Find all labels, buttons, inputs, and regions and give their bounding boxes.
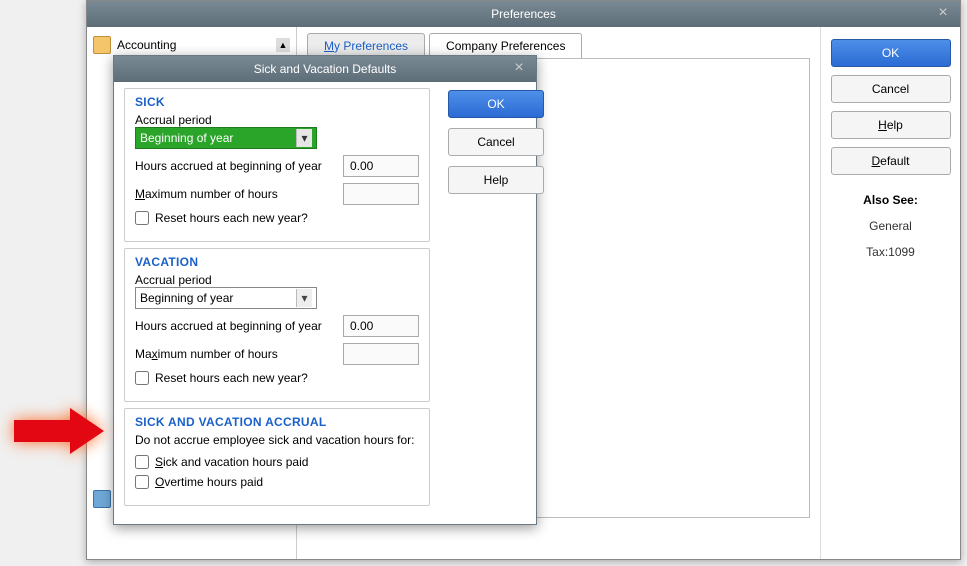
category-accounting[interactable]: Accounting ▲ (89, 33, 294, 57)
preferences-right-buttons: OK Cancel Help Default Also See: General… (820, 27, 960, 559)
default-button[interactable]: Default (831, 147, 951, 175)
sv-right-buttons: OK Cancel Help (440, 82, 550, 524)
red-arrow-annotation (14, 408, 114, 454)
vacation-reset-hours-checkbox[interactable] (135, 371, 149, 385)
help-button[interactable]: Help (831, 111, 951, 139)
chevron-down-icon: ▾ (296, 289, 312, 307)
tab-label: Company Preferences (446, 39, 565, 53)
close-icon[interactable]: × (510, 60, 528, 78)
sv-help-button[interactable]: Help (448, 166, 544, 194)
vacation-accrual-period-dropdown[interactable]: Beginning of year ▾ (135, 287, 317, 309)
sick-vacation-hours-paid-label: Sick and vacation hours paid (155, 455, 308, 469)
preferences-title: Preferences (491, 7, 556, 21)
sv-titlebar[interactable]: Sick and Vacation Defaults × (114, 56, 536, 82)
sick-vacation-hours-paid-checkbox[interactable] (135, 455, 149, 469)
vacation-title: VACATION (135, 255, 419, 269)
vacation-hours-accrued-label: Hours accrued at beginning of year (135, 319, 335, 333)
accrual-title: SICK AND VACATION ACCRUAL (135, 415, 419, 429)
vacation-group: VACATION Accrual period Beginning of yea… (124, 248, 430, 402)
scroll-up-icon[interactable]: ▲ (276, 38, 290, 52)
also-see-tax1099[interactable]: Tax:1099 (829, 245, 952, 259)
sv-ok-button[interactable]: OK (448, 90, 544, 118)
close-icon[interactable]: × (934, 5, 952, 23)
sick-reset-hours-label: Reset hours each new year? (155, 211, 308, 225)
sick-hours-accrued-label: Hours accrued at beginning of year (135, 159, 335, 173)
sick-title: SICK (135, 95, 419, 109)
sick-hours-accrued-input[interactable]: 0.00 (343, 155, 419, 177)
sick-vacation-defaults-dialog: Sick and Vacation Defaults × SICK Accrua… (113, 55, 537, 525)
dropdown-value: Beginning of year (140, 291, 233, 305)
folder-icon (93, 36, 111, 54)
also-see-heading: Also See: (829, 193, 952, 207)
sick-max-hours-label: Maximum number of hours (135, 187, 335, 201)
vacation-accrual-period-label: Accrual period (135, 273, 419, 287)
tab-label: y Preferences (334, 39, 408, 53)
ok-button[interactable]: OK (831, 39, 951, 67)
chevron-down-icon: ▾ (296, 129, 312, 147)
overtime-hours-paid-label: Overtime hours paid (155, 475, 263, 489)
sv-cancel-button[interactable]: Cancel (448, 128, 544, 156)
sick-reset-hours-checkbox[interactable] (135, 211, 149, 225)
dropdown-value: Beginning of year (140, 131, 233, 145)
sv-title: Sick and Vacation Defaults (254, 62, 397, 76)
vacation-reset-hours-label: Reset hours each new year? (155, 371, 308, 385)
vacation-max-hours-label: Maximum number of hours (135, 347, 335, 361)
also-see-general[interactable]: General (829, 219, 952, 233)
sick-accrual-period-label: Accrual period (135, 113, 419, 127)
vacation-hours-accrued-input[interactable]: 0.00 (343, 315, 419, 337)
accrual-do-not-label: Do not accrue employee sick and vacation… (135, 433, 419, 447)
accrual-group: SICK AND VACATION ACCRUAL Do not accrue … (124, 408, 430, 506)
spellcheck-icon (93, 490, 111, 508)
category-label: Accounting (117, 38, 176, 52)
sick-group: SICK Accrual period Beginning of year ▾ … (124, 88, 430, 242)
vacation-max-hours-input[interactable] (343, 343, 419, 365)
sick-accrual-period-dropdown[interactable]: Beginning of year ▾ (135, 127, 317, 149)
cancel-button[interactable]: Cancel (831, 75, 951, 103)
overtime-hours-paid-checkbox[interactable] (135, 475, 149, 489)
sick-max-hours-input[interactable] (343, 183, 419, 205)
preferences-titlebar[interactable]: Preferences × (87, 1, 960, 27)
